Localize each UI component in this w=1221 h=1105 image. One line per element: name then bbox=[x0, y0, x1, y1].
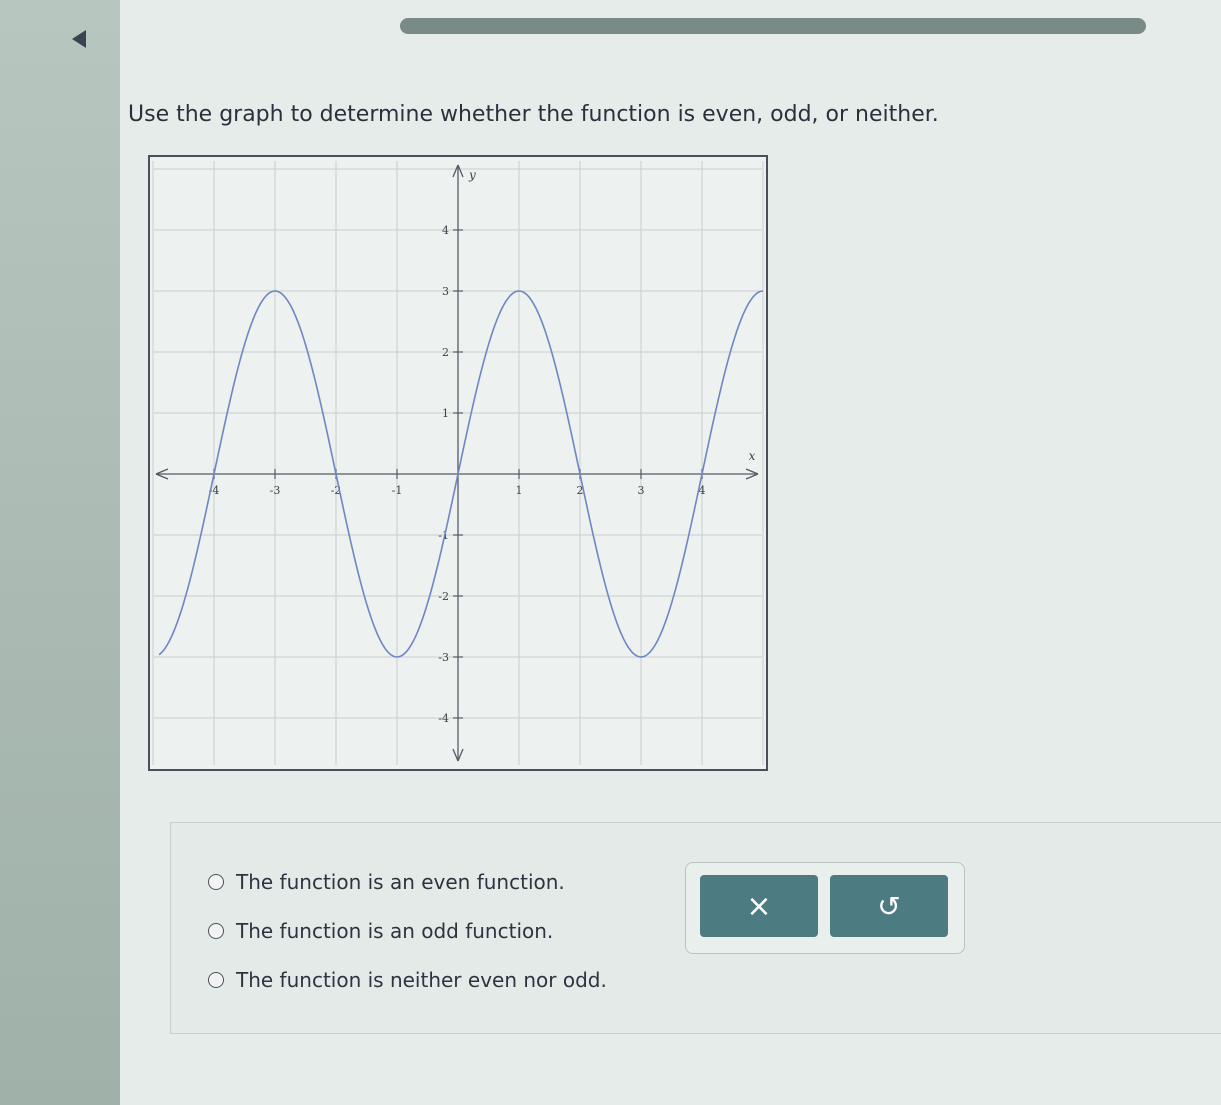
back-arrow-icon[interactable] bbox=[72, 30, 86, 48]
option-neither[interactable]: The function is neither even nor odd. bbox=[208, 968, 607, 992]
option-label: The function is neither even nor odd. bbox=[236, 968, 607, 992]
x-axis-label: x bbox=[749, 449, 756, 463]
y-axis-label: y bbox=[468, 168, 476, 182]
x-tick-label: 1 bbox=[516, 484, 523, 497]
graph-svg: xy-4 -3 -2 -1 1 2 3 44321-1-2-3-4 bbox=[152, 161, 764, 765]
x-tick-label: -1 bbox=[392, 484, 403, 497]
clear-button[interactable]: × bbox=[700, 875, 818, 937]
y-tick-label: -2 bbox=[438, 590, 449, 603]
y-tick-label: 4 bbox=[442, 224, 449, 237]
x-tick-label: 3 bbox=[638, 484, 645, 497]
y-tick-label: -3 bbox=[438, 651, 449, 664]
radio-button[interactable] bbox=[208, 923, 224, 939]
radio-button[interactable] bbox=[208, 972, 224, 988]
radio-button[interactable] bbox=[208, 874, 224, 890]
y-tick-label: -4 bbox=[438, 712, 449, 725]
option-even[interactable]: The function is an even function. bbox=[208, 870, 565, 894]
undo-button[interactable]: ↺ bbox=[830, 875, 948, 937]
action-button-group: × ↺ bbox=[685, 862, 965, 954]
close-icon: × bbox=[746, 888, 772, 924]
function-graph: x y -4 -3 -2 -1 1 2 3 4 4 3 2 1 -1 -2 -3 -4 bbox=[148, 155, 768, 771]
option-odd[interactable]: The function is an odd function. bbox=[208, 919, 553, 943]
option-label: The function is an odd function. bbox=[236, 919, 554, 943]
y-tick-label: 2 bbox=[442, 346, 449, 359]
option-label: The function is an even function. bbox=[236, 870, 565, 894]
left-rail bbox=[0, 0, 120, 1105]
undo-icon: ↺ bbox=[877, 889, 901, 923]
question-text: Use the graph to determine whether the f… bbox=[128, 102, 939, 127]
y-tick-label: 3 bbox=[442, 285, 449, 298]
progress-bar bbox=[400, 18, 1146, 34]
x-tick-label: -3 bbox=[270, 484, 281, 497]
y-tick-label: 1 bbox=[442, 407, 449, 420]
